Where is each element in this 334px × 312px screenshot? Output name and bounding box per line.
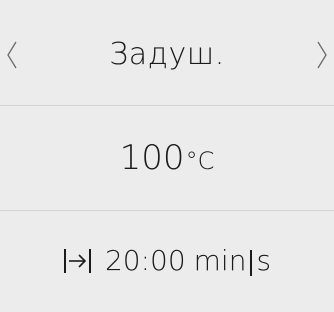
temperature-display: 100 °C: [120, 138, 215, 178]
temperature-row[interactable]: 100 °C: [0, 106, 334, 211]
timer-row[interactable]: 20:00 min s: [0, 211, 334, 312]
timer-unit-minutes: min: [193, 244, 247, 277]
duration-end-icon: [63, 246, 93, 276]
timer-value: 20:00: [104, 244, 186, 277]
chevron-right-icon[interactable]: [312, 38, 332, 72]
timer-unit-seconds: s: [256, 244, 272, 277]
oven-settings-panel: Задуш. 100 °C 20:00 min s: [0, 0, 334, 312]
timer-unit-divider: [250, 249, 253, 276]
temperature-value: 100: [119, 138, 185, 178]
timer-display: 20:00 min s: [63, 244, 271, 277]
chevron-left-icon[interactable]: [2, 38, 22, 72]
temperature-unit: °C: [185, 147, 215, 175]
mode-selector-row: Задуш.: [0, 0, 334, 106]
cooking-mode-label: Задуш.: [109, 37, 225, 72]
